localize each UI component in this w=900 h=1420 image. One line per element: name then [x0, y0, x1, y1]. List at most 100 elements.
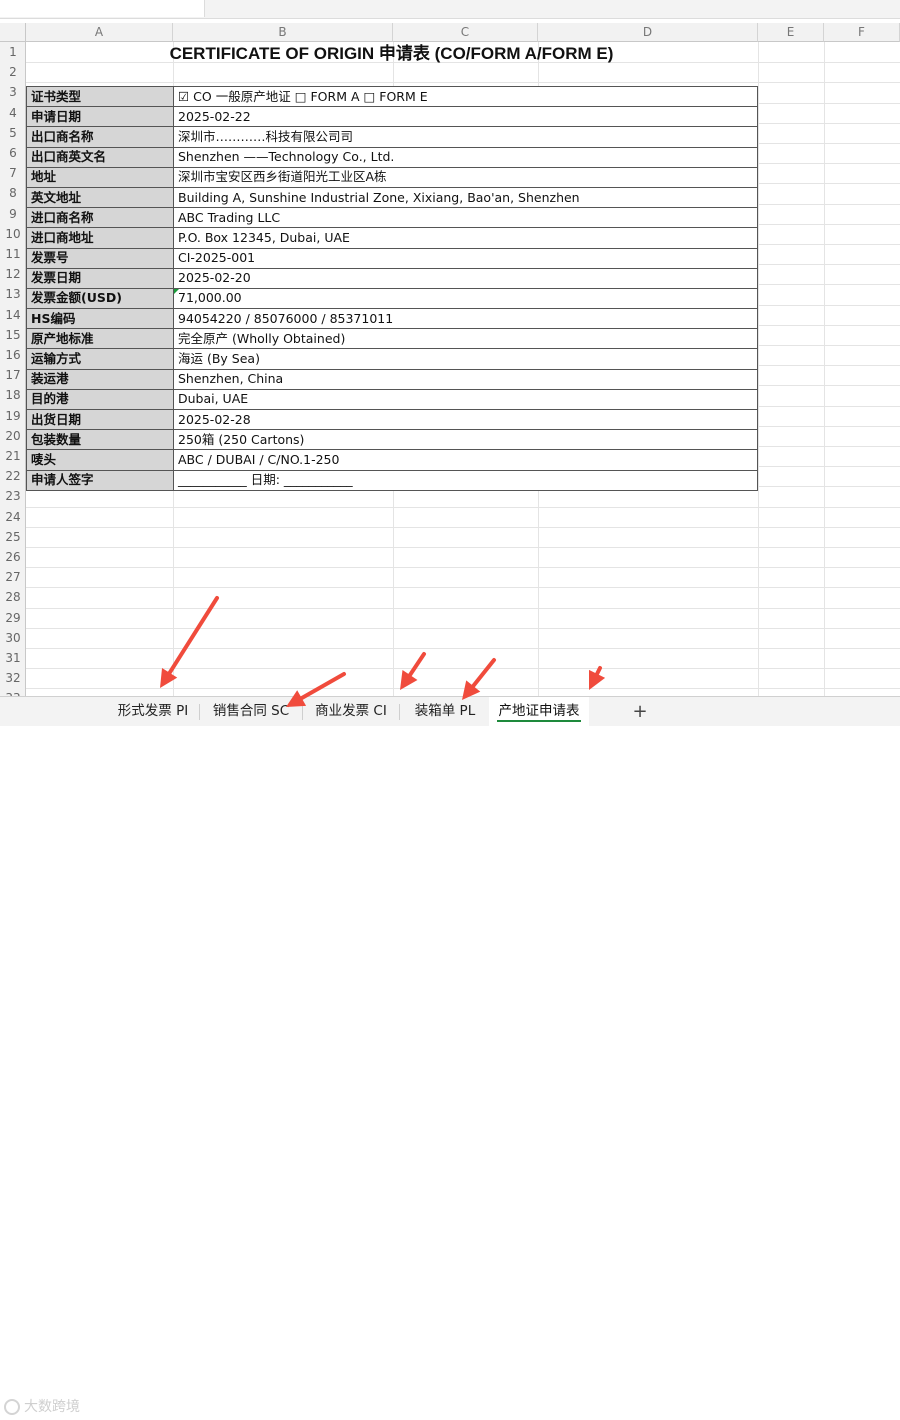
field-label-cell[interactable]: 出口商英文名	[26, 146, 174, 168]
field-value-cell[interactable]: 海运 (By Sea)	[173, 348, 758, 370]
field-label-cell[interactable]: 进口商地址	[26, 227, 174, 249]
row-number[interactable]: 13	[0, 284, 26, 304]
row-number[interactable]: 27	[0, 567, 26, 587]
field-value-cell[interactable]: ABC / DUBAI / C/NO.1-250	[173, 449, 758, 471]
tab-origin-certificate[interactable]: 产地证申请表	[489, 697, 589, 726]
row-number[interactable]: 18	[0, 385, 26, 405]
tab-packing-list[interactable]: 装箱单 PL	[403, 697, 487, 726]
field-label-cell[interactable]: 发票日期	[26, 267, 174, 289]
active-tab-underline	[497, 720, 581, 722]
row-number[interactable]: 23	[0, 486, 26, 506]
column-header-a[interactable]: A	[26, 23, 173, 42]
row-number[interactable]: 12	[0, 264, 26, 284]
field-value-cell[interactable]: Building A, Sunshine Industrial Zone, Xi…	[173, 186, 758, 209]
field-label-cell[interactable]: 英文地址	[26, 186, 174, 209]
field-label-cell[interactable]: 申请人签字	[26, 469, 174, 491]
annotation-arrow-shaft	[407, 652, 426, 678]
field-value-cell[interactable]: 2025-02-20	[173, 267, 758, 289]
field-label-cell[interactable]: 目的港	[26, 388, 174, 411]
tab-label: 形式发票 PI	[117, 703, 189, 719]
field-value-cell[interactable]: 2025-02-22	[173, 106, 758, 128]
row-number[interactable]: 26	[0, 547, 26, 567]
field-label-cell[interactable]: 出货日期	[26, 408, 174, 431]
watermark: 大数跨境	[4, 1394, 80, 1420]
row-number[interactable]: 10	[0, 224, 26, 244]
field-label-cell[interactable]: 原产地标准	[26, 328, 174, 350]
row-number[interactable]: 17	[0, 365, 26, 385]
name-box[interactable]	[0, 0, 205, 17]
row-number[interactable]: 2	[0, 62, 26, 82]
row-number[interactable]: 29	[0, 608, 26, 628]
field-value-cell[interactable]: ___________ 日期: ___________	[173, 469, 758, 491]
field-label-cell[interactable]: 包装数量	[26, 429, 174, 451]
tab-proforma-invoice[interactable]: 形式发票 PI	[110, 697, 196, 726]
grid-line	[26, 587, 900, 589]
field-label-cell[interactable]: 发票金额(USD)	[26, 287, 174, 310]
column-header-c[interactable]: C	[393, 23, 538, 42]
row-number[interactable]: 9	[0, 204, 26, 224]
row-number[interactable]: 30	[0, 628, 26, 648]
tab-sales-contract[interactable]: 销售合同 SC	[203, 697, 299, 726]
row-number[interactable]: 5	[0, 123, 26, 143]
row-number[interactable]: 22	[0, 466, 26, 486]
row-number[interactable]: 11	[0, 244, 26, 264]
field-label-cell[interactable]: 唛头	[26, 449, 174, 471]
sheet-tab-bar: 大数跨境 形式发票 PI 销售合同 SC 商业发票 CI 装箱单 PL 产地证申…	[0, 696, 900, 1415]
field-label-cell[interactable]: 证书类型	[26, 85, 174, 108]
field-label-cell[interactable]: 装运港	[26, 368, 174, 390]
row-number[interactable]: 3	[0, 82, 26, 102]
field-label-cell[interactable]: 发票号	[26, 247, 174, 269]
select-all-corner[interactable]	[0, 23, 26, 42]
row-number[interactable]: 19	[0, 406, 26, 426]
table-row: 原产地标准 完全原产 (Wholly Obtained)	[26, 328, 758, 350]
row-number[interactable]: 8	[0, 183, 26, 203]
tab-commercial-invoice[interactable]: 商业发票 CI	[306, 697, 396, 726]
row-number[interactable]: 16	[0, 345, 26, 365]
table-row: 包装数量 250箱 (250 Cartons)	[26, 429, 758, 451]
field-value-cell[interactable]: 完全原产 (Wholly Obtained)	[173, 328, 758, 350]
row-number[interactable]: 6	[0, 143, 26, 163]
field-label-cell[interactable]: 出口商名称	[26, 126, 174, 148]
table-row: 出口商英文名 Shenzhen ——Technology Co., Ltd.	[26, 146, 758, 168]
row-number[interactable]: 4	[0, 103, 26, 123]
field-value-cell[interactable]: 250箱 (250 Cartons)	[173, 429, 758, 451]
field-value-cell[interactable]: 深圳市…………科技有限公司司	[173, 126, 758, 148]
field-value-cell[interactable]: Shenzhen ——Technology Co., Ltd.	[173, 146, 758, 168]
table-row: 出货日期 2025-02-28	[26, 408, 758, 431]
field-value-cell[interactable]: CI-2025-001	[173, 247, 758, 269]
field-value-cell[interactable]: P.O. Box 12345, Dubai, UAE	[173, 227, 758, 249]
field-value-cell[interactable]: Dubai, UAE	[173, 388, 758, 411]
field-value-cell[interactable]: ABC Trading LLC	[173, 207, 758, 229]
row-number[interactable]: 31	[0, 648, 26, 668]
field-label-cell[interactable]: HS编码	[26, 308, 174, 330]
sheet-title[interactable]: CERTIFICATE OF ORIGIN 申请表 (CO/FORM A/FOR…	[26, 42, 757, 66]
row-number[interactable]: 14	[0, 305, 26, 325]
field-value-cell[interactable]: 2025-02-28	[173, 408, 758, 431]
field-label-cell[interactable]: 运输方式	[26, 348, 174, 370]
row-number[interactable]: 32	[0, 668, 26, 688]
column-header-f[interactable]: F	[824, 23, 900, 42]
row-number[interactable]: 28	[0, 587, 26, 607]
row-number[interactable]: 7	[0, 163, 26, 183]
table-row: 目的港 Dubai, UAE	[26, 388, 758, 411]
field-label-cell[interactable]: 进口商名称	[26, 207, 174, 229]
row-number[interactable]: 15	[0, 325, 26, 345]
row-number[interactable]: 21	[0, 446, 26, 466]
table-row: 进口商名称 ABC Trading LLC	[26, 207, 758, 229]
row-number[interactable]: 1	[0, 42, 26, 62]
field-label-cell[interactable]: 申请日期	[26, 106, 174, 128]
column-header-e[interactable]: E	[758, 23, 824, 42]
field-value-cell[interactable]: Shenzhen, China	[173, 368, 758, 390]
field-value-cell[interactable]: 71,000.00	[173, 287, 758, 310]
row-number[interactable]: 25	[0, 527, 26, 547]
field-value-cell[interactable]: ☑ CO 一般原产地证 □ FORM A □ FORM E	[173, 85, 758, 108]
row-number[interactable]: 20	[0, 426, 26, 446]
field-value-cell[interactable]: 94054220 / 85076000 / 85371011	[173, 308, 758, 330]
field-value-cell[interactable]: 深圳市宝安区西乡街道阳光工业区A栋	[173, 166, 758, 188]
add-sheet-button[interactable]: +	[630, 697, 650, 726]
table-row: 地址 深圳市宝安区西乡街道阳光工业区A栋	[26, 166, 758, 188]
field-label-cell[interactable]: 地址	[26, 166, 174, 188]
column-header-d[interactable]: D	[538, 23, 758, 42]
row-number[interactable]: 24	[0, 507, 26, 527]
column-header-b[interactable]: B	[173, 23, 393, 42]
